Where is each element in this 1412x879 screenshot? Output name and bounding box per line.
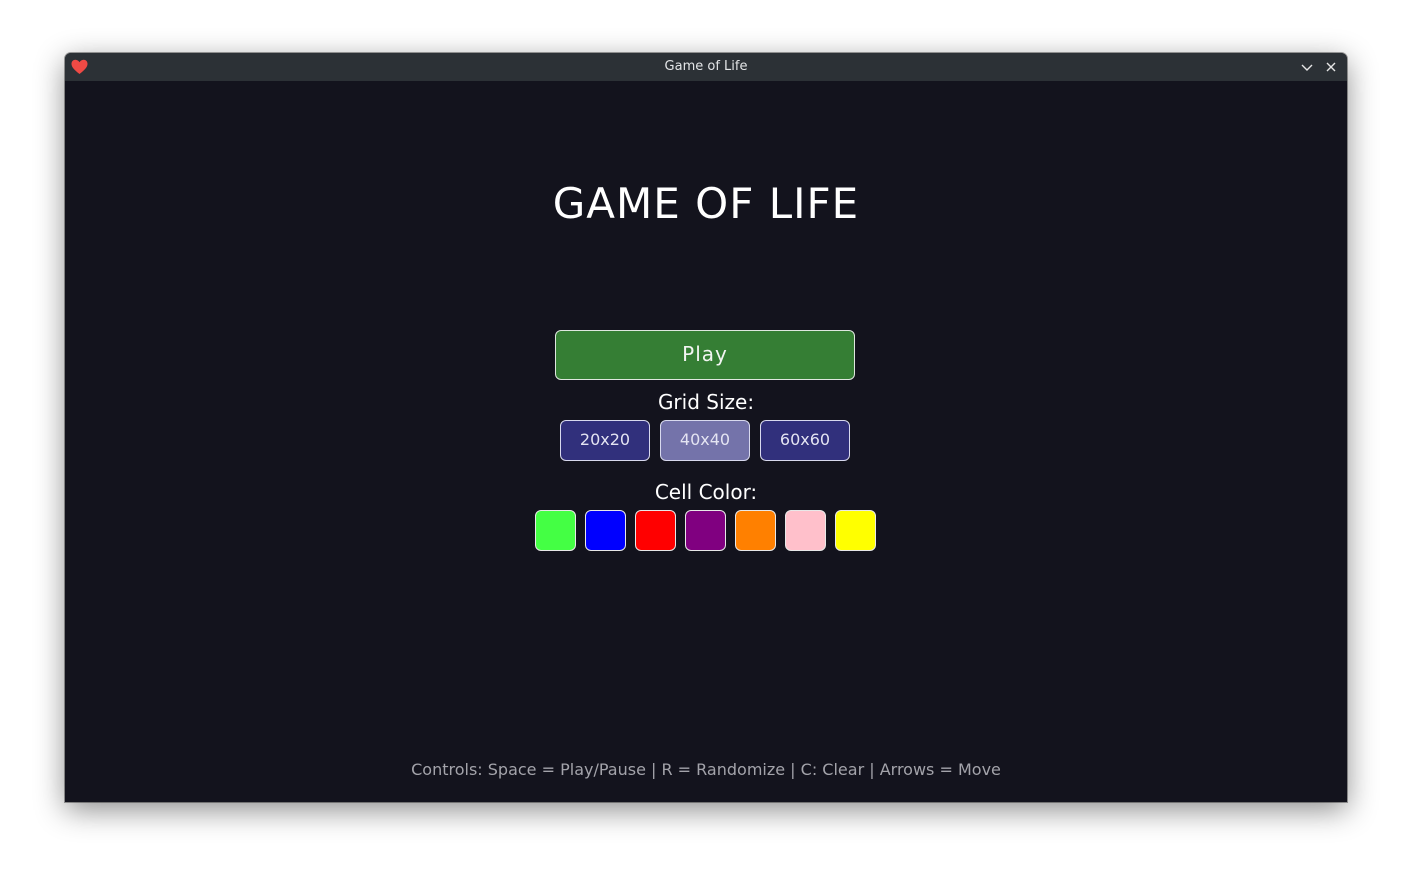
title-bar[interactable]: Game of Life [65, 53, 1347, 81]
game-window: Game of Life GAME OF LIFE Play Grid Size… [65, 53, 1347, 802]
cell-color-options [535, 510, 885, 552]
color-swatch-orange[interactable] [735, 510, 776, 551]
cell-color-label: Cell Color: [654, 480, 758, 504]
chevron-down-icon[interactable] [1299, 59, 1315, 75]
grid-size-label: Grid Size: [657, 390, 755, 414]
grid-size-60x60-button[interactable]: 60x60 [760, 420, 850, 461]
close-icon[interactable] [1323, 59, 1339, 75]
color-swatch-yellow[interactable] [835, 510, 876, 551]
color-swatch-red[interactable] [635, 510, 676, 551]
color-swatch-purple[interactable] [685, 510, 726, 551]
color-swatch-green[interactable] [535, 510, 576, 551]
grid-size-20x20-button[interactable]: 20x20 [560, 420, 650, 461]
game-title: GAME OF LIFE [552, 179, 860, 228]
window-title: Game of Life [664, 59, 748, 74]
grid-size-options: 20x20 40x40 60x60 [560, 420, 860, 462]
controls-help-text: Controls: Space = Play/Pause | R = Rando… [411, 760, 1001, 779]
play-button[interactable]: Play [555, 330, 855, 380]
grid-size-40x40-button[interactable]: 40x40 [660, 420, 750, 461]
color-swatch-blue[interactable] [585, 510, 626, 551]
color-swatch-pink[interactable] [785, 510, 826, 551]
